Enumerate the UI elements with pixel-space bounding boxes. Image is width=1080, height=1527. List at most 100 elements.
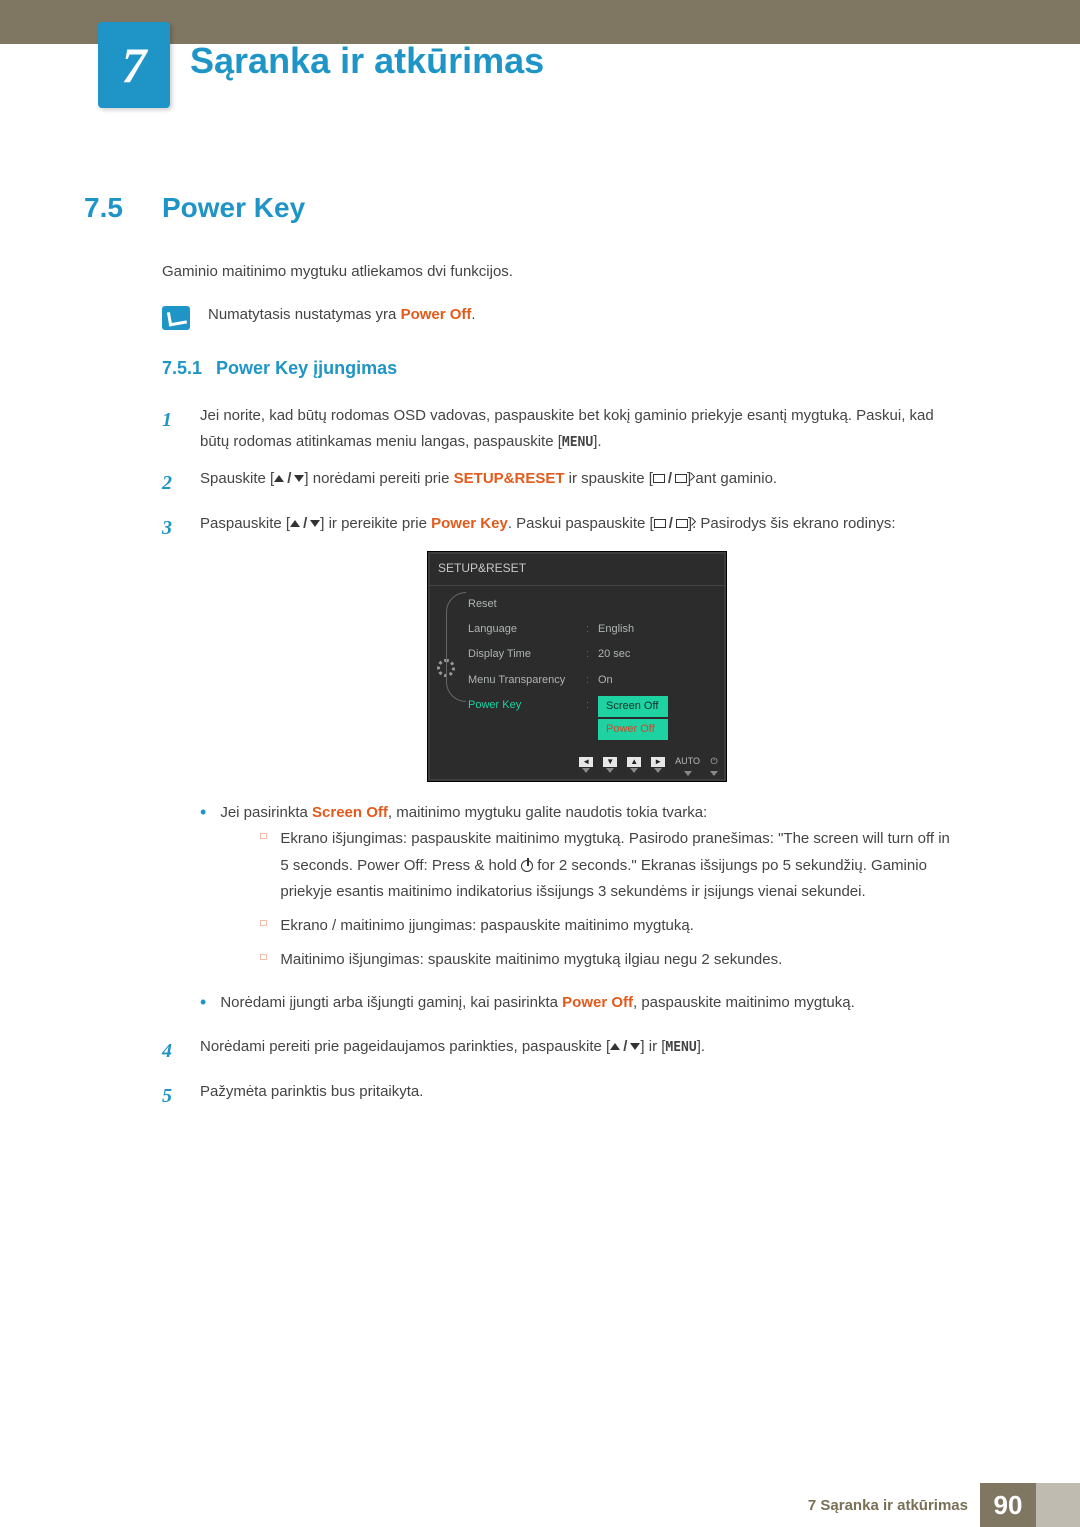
- nav-left-icon: ◄: [579, 757, 593, 773]
- step-number: 3: [162, 511, 180, 1024]
- t: ] norėdami pereiti prie: [304, 470, 453, 487]
- t: ir spauskite [: [565, 470, 653, 487]
- step-number: 2: [162, 466, 180, 501]
- t: Paspauskite [: [200, 515, 290, 532]
- t: Jei pasirinkta: [220, 804, 312, 821]
- step-number: 5: [162, 1079, 180, 1114]
- section-title: Power Key: [162, 192, 305, 223]
- l: Menu Transparency: [468, 671, 586, 690]
- v: English: [598, 620, 634, 639]
- step-2: 2 Spauskite [/] norėdami pereiti prie SE…: [162, 466, 954, 501]
- footer-text: 7 Sąranka ir atkūrimas: [808, 1497, 968, 1514]
- footer-chapter-title: Sąranka ir atkūrimas: [820, 1497, 968, 1514]
- subsection-title: Power Key įjungimas: [216, 358, 397, 378]
- l: Display Time: [468, 645, 586, 664]
- bullet-screen-off: • Jei pasirinkta Screen Off, maitinimo m…: [200, 800, 954, 982]
- setup-reset-label: SETUP&RESET: [454, 470, 565, 487]
- t: ]. Pasirodys šis ekrano rodinys:: [688, 515, 896, 532]
- chapter-number-badge: 7: [98, 22, 170, 108]
- page-number: 90: [980, 1483, 1036, 1527]
- nav-auto: AUTO: [675, 754, 700, 776]
- square-icon: □: [260, 947, 266, 973]
- square-icon: □: [260, 913, 266, 939]
- l: Power Key: [468, 696, 586, 741]
- nav-down-icon: ▼: [603, 757, 617, 773]
- note-icon: [162, 306, 190, 330]
- osd-rows: Reset Language:English Display Time:20 s…: [464, 586, 726, 750]
- t: Ekrano / maitinimo įjungimas: paspauskit…: [280, 913, 694, 939]
- menu-key: MENU: [665, 1040, 696, 1055]
- screen-off-label: Screen Off: [312, 804, 388, 821]
- up-down-icon: /: [274, 466, 304, 492]
- note-text: Numatytasis nustatymas yra Power Off.: [208, 306, 476, 323]
- osd-option-screen-off: Screen Off: [598, 696, 668, 717]
- osd-row-reset: Reset: [468, 592, 718, 617]
- menu-key: MENU: [562, 435, 593, 450]
- subsection-heading: 7.5.1 Power Key įjungimas: [162, 358, 954, 379]
- note-prefix: Numatytasis nustatymas yra: [208, 306, 401, 323]
- osd-sidebar: [428, 586, 464, 750]
- footer-decoration: [1036, 1483, 1080, 1527]
- t: Norėdami įjungti arba išjungti gaminį, k…: [220, 994, 562, 1011]
- subsection-number: 7.5.1: [162, 358, 202, 379]
- osd-row-menu-transparency: Menu Transparency:On: [468, 668, 718, 693]
- step-1: 1 Jei norite, kad būtų rodomas OSD vadov…: [162, 403, 954, 456]
- t: , maitinimo mygtuku galite naudotis toki…: [388, 804, 707, 821]
- section-body: 7.5Power Key Gaminio maitinimo mygtuku a…: [84, 192, 954, 1124]
- section-number: 7.5: [84, 192, 162, 224]
- t: Norėdami pereiti prie pageidaujamos pari…: [200, 1038, 610, 1055]
- bullet-body: Jei pasirinkta Screen Off, maitinimo myg…: [220, 800, 954, 982]
- sub-bullet-list: □ Ekrano išjungimas: paspauskite maitini…: [260, 826, 954, 973]
- enter-source-icon: /: [653, 466, 687, 492]
- osd-option-power-off: Power Off: [598, 719, 668, 740]
- t: ] ir [: [640, 1038, 665, 1055]
- osd-options: Screen Off Power Off: [598, 696, 668, 741]
- v: On: [598, 671, 613, 690]
- section-intro: Gaminio maitinimo mygtuku atliekamos dvi…: [162, 260, 954, 284]
- step-5: 5 Pažymėta parinktis bus pritaikyta.: [162, 1079, 954, 1114]
- osd-row-language: Language:English: [468, 617, 718, 642]
- sub-bullet: □ Maitinimo išjungimas: spauskite maitin…: [260, 947, 954, 973]
- sub-bullet: □ Ekrano išjungimas: paspauskite maitini…: [260, 826, 954, 905]
- osd-row-display-time: Display Time:20 sec: [468, 642, 718, 667]
- up-down-icon: /: [610, 1034, 640, 1060]
- power-key-label: Power Key: [431, 515, 508, 532]
- t: ].: [697, 1038, 705, 1055]
- enter-source-icon: /: [654, 511, 688, 537]
- power-icon: [521, 860, 533, 872]
- step-body: Paspauskite [/] ir pereikite prie Power …: [200, 511, 954, 1024]
- nav-power-icon: ⏻: [710, 754, 718, 776]
- page-footer: 7 Sąranka ir atkūrimas 90: [0, 1483, 1080, 1527]
- step-number: 4: [162, 1034, 180, 1069]
- footer-chapter-num: 7: [808, 1497, 821, 1514]
- bullet-list: • Jei pasirinkta Screen Off, maitinimo m…: [200, 800, 954, 1016]
- sub-bullet: □ Ekrano / maitinimo įjungimas: paspausk…: [260, 913, 954, 939]
- note-row: Numatytasis nustatymas yra Power Off.: [162, 306, 954, 330]
- osd-nav: ◄ ▼ ▲ ► AUTO ⏻: [428, 749, 726, 781]
- t: . Paskui paspauskite [: [508, 515, 654, 532]
- t: Maitinimo išjungimas: spauskite maitinim…: [280, 947, 782, 973]
- t: Spauskite [: [200, 470, 274, 487]
- square-icon: □: [260, 826, 266, 905]
- up-down-icon: /: [290, 511, 320, 537]
- step-body: Norėdami pereiti prie pageidaujamos pari…: [200, 1034, 954, 1069]
- step-body: Pažymėta parinktis bus pritaikyta.: [200, 1079, 954, 1114]
- osd-menu: SETUP&RESET Reset Language:English Displ…: [427, 551, 727, 782]
- t: Ekrano išjungimas: paspauskite maitinimo…: [280, 826, 954, 905]
- nav-right-icon: ►: [651, 757, 665, 773]
- bullet-icon: •: [200, 990, 206, 1016]
- osd-title: SETUP&RESET: [428, 552, 726, 586]
- note-suffix: .: [471, 306, 475, 323]
- step-number: 1: [162, 403, 180, 456]
- step-text-end: ].: [593, 433, 601, 450]
- bullet-icon: •: [200, 800, 206, 982]
- osd-body: Reset Language:English Display Time:20 s…: [428, 586, 726, 750]
- chapter-title: Sąranka ir atkūrimas: [190, 40, 544, 82]
- power-off-label: Power Off: [562, 994, 633, 1011]
- step-body: Spauskite [/] norėdami pereiti prie SETU…: [200, 466, 954, 501]
- l: Language: [468, 620, 586, 639]
- bullet-power-off: • Norėdami įjungti arba išjungti gaminį,…: [200, 990, 954, 1016]
- v: 20 sec: [598, 645, 630, 664]
- t: , paspauskite maitinimo mygtuką.: [633, 994, 855, 1011]
- step-4: 4 Norėdami pereiti prie pageidaujamos pa…: [162, 1034, 954, 1069]
